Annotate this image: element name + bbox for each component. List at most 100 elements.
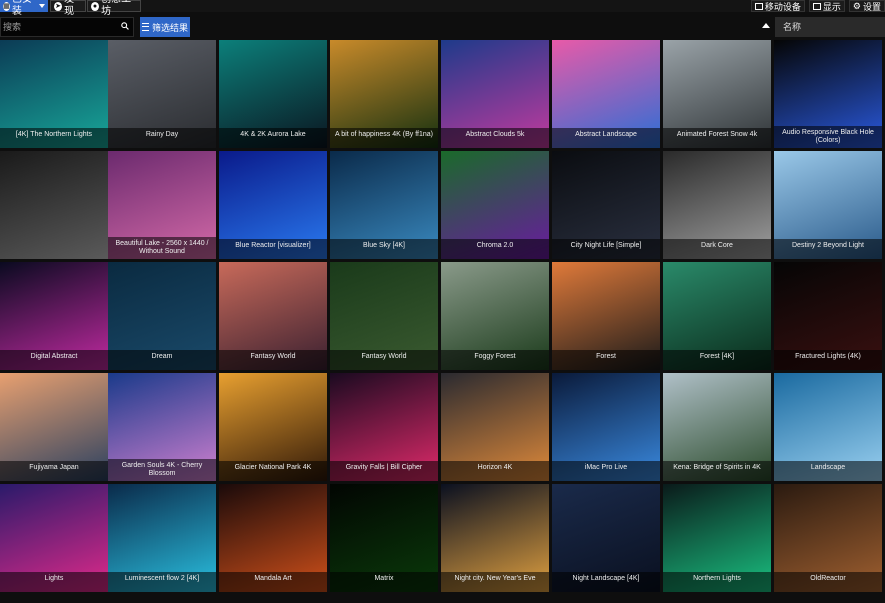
- wallpaper-tile[interactable]: Animated Forest Snow 4k: [663, 40, 771, 148]
- wallpaper-title: Audio Responsive Black Hole (Colors): [774, 126, 882, 148]
- filter-icon: [141, 23, 149, 31]
- grid-icon: ▦: [3, 1, 10, 11]
- wallpaper-title: Horizon 4K: [441, 461, 549, 481]
- wallpaper-title: Glacier National Park 4K: [219, 461, 327, 481]
- wallpaper-title: Matrix: [330, 572, 438, 592]
- wallpaper-tile[interactable]: Fractured Lights (4K): [774, 262, 882, 370]
- wallpaper-tile[interactable]: Foggy Forest: [441, 262, 549, 370]
- chevron-down-icon: [39, 4, 45, 8]
- wallpaper-title: Animated Forest Snow 4k: [663, 128, 771, 148]
- search-input[interactable]: [3, 20, 113, 34]
- wallpaper-title: Rainy Day: [108, 128, 216, 148]
- wallpaper-tile[interactable]: Horizon 4K: [441, 373, 549, 481]
- wallpaper-tile[interactable]: Matrix: [330, 484, 438, 592]
- wallpaper-title: Luminescent flow 2 [4K]: [108, 572, 216, 592]
- wallpaper-title: [4K] The Northern Lights: [0, 128, 108, 148]
- wallpaper-tile[interactable]: Forest [4K]: [663, 262, 771, 370]
- wallpaper-tile[interactable]: Dream: [108, 262, 216, 370]
- wallpaper-title: A bit of happiness 4K (By ff1na): [330, 128, 438, 148]
- wallpaper-tile[interactable]: Garden Souls 4K - Cherry Blossom: [108, 373, 216, 481]
- wallpaper-tile[interactable]: Abstract Landscape: [552, 40, 660, 148]
- wallpaper-tile[interactable]: Destiny 2 Beyond Light: [774, 151, 882, 259]
- wallpaper-title: Dream: [108, 350, 216, 370]
- wallpaper-title: Foggy Forest: [441, 350, 549, 370]
- wallpaper-title: Fantasy World: [219, 350, 327, 370]
- wallpaper-tile[interactable]: Audio Responsive Black Hole (Colors): [774, 40, 882, 148]
- wallpaper-title: Chroma 2.0: [441, 239, 549, 259]
- wallpaper-tile[interactable]: Landscape: [774, 373, 882, 481]
- tab-discover[interactable]: ➤ 发现: [50, 0, 86, 17]
- wallpaper-tile[interactable]: Northern Lights: [663, 484, 771, 592]
- wallpaper-tile[interactable]: Fantasy World: [330, 262, 438, 370]
- wallpaper-tile[interactable]: Rainy Day: [108, 40, 216, 148]
- sort-select[interactable]: 名称: [775, 17, 885, 37]
- wallpaper-tile[interactable]: Fujiyama Japan: [0, 373, 108, 481]
- wallpaper-tile[interactable]: Glacier National Park 4K: [219, 373, 327, 481]
- wallpaper-title: Garden Souls 4K - Cherry Blossom: [108, 459, 216, 481]
- wallpaper-grid: [4K] The Northern Lights Rainy Day 4K & 2K…: [0, 40, 885, 603]
- toolbar: 筛选结果 名称: [0, 17, 885, 37]
- wallpaper-tile[interactable]: [0, 151, 108, 259]
- wallpaper-tile[interactable]: Gravity Falls | Bill Cipher: [330, 373, 438, 481]
- wallpaper-title: Fractured Lights (4K): [774, 350, 882, 370]
- wallpaper-title: OldReactor: [774, 572, 882, 592]
- tab-workshop-label: 创意工坊: [101, 0, 131, 17]
- display-label: 显示: [822, 1, 841, 12]
- wallpaper-tile[interactable]: Beautiful Lake - 2560 x 1440 / Without S…: [108, 151, 216, 259]
- wallpaper-title: City Night Life [Simple]: [552, 239, 660, 259]
- wallpaper-tile[interactable]: iMac Pro Live: [552, 373, 660, 481]
- mobile-button[interactable]: 移动设备: [750, 0, 805, 12]
- wallpaper-title: Dark Core: [663, 239, 771, 259]
- wallpaper-tile[interactable]: Abstract Clouds 5k: [441, 40, 549, 148]
- wallpaper-tile[interactable]: Mandala Art: [219, 484, 327, 592]
- wallpaper-tile[interactable]: 4K & 2K Aurora Lake: [219, 40, 327, 148]
- wallpaper-tile[interactable]: Night city. New Year's Eve: [441, 484, 549, 592]
- wallpaper-title: Abstract Landscape: [552, 128, 660, 148]
- wallpaper-tile[interactable]: [4K] The Northern Lights: [0, 40, 108, 148]
- wallpaper-tile[interactable]: Luminescent flow 2 [4K]: [108, 484, 216, 592]
- wallpaper-title: Northern Lights: [663, 572, 771, 592]
- wallpaper-tile[interactable]: Kena: Bridge of Spirits in 4K: [663, 373, 771, 481]
- tab-installed[interactable]: ▦ 已安装: [0, 0, 48, 17]
- search-icon[interactable]: [121, 22, 129, 30]
- wallpaper-tile[interactable]: Blue Reactor [visualizer]: [219, 151, 327, 259]
- wallpaper-title: iMac Pro Live: [552, 461, 660, 481]
- wallpaper-title: 4K & 2K Aurora Lake: [219, 128, 327, 148]
- wallpaper-title: Digital Abstract: [0, 350, 108, 370]
- wallpaper-tile[interactable]: Lights: [0, 484, 108, 592]
- wallpaper-title: Forest: [552, 350, 660, 370]
- wallpaper-title: Landscape: [774, 461, 882, 481]
- wallpaper-tile[interactable]: Night Landscape [4K]: [552, 484, 660, 592]
- tab-installed-label: 已安装: [11, 0, 32, 17]
- mobile-label: 移动设备: [764, 1, 801, 12]
- wallpaper-tile[interactable]: Blue Sky [4K]: [330, 151, 438, 259]
- wallpaper-title: Night city. New Year's Eve: [441, 572, 549, 592]
- wallpaper-tile[interactable]: City Night Life [Simple]: [552, 151, 660, 259]
- phone-icon: [754, 2, 763, 10]
- wallpaper-title: Blue Reactor [visualizer]: [219, 239, 327, 259]
- wallpaper-tile[interactable]: Forest: [552, 262, 660, 370]
- top-bar: ▦ 已安装 ➤ 发现 ● 创意工坊 移动设备 显示 ⚙ 设置: [0, 0, 885, 17]
- wallpaper-tile[interactable]: Fantasy World: [219, 262, 327, 370]
- search-box: [0, 17, 134, 37]
- wallpaper-title: Mandala Art: [219, 572, 327, 592]
- filter-results-button[interactable]: 筛选结果: [140, 17, 190, 37]
- wallpaper-title: Forest [4K]: [663, 350, 771, 370]
- display-button[interactable]: 显示: [808, 0, 845, 12]
- wallpaper-title: Night Landscape [4K]: [552, 572, 660, 592]
- wallpaper-tile[interactable]: Dark Core: [663, 151, 771, 259]
- wallpaper-title: Blue Sky [4K]: [330, 239, 438, 259]
- wallpaper-tile[interactable]: OldReactor: [774, 484, 882, 592]
- wallpaper-tile[interactable]: Chroma 2.0: [441, 151, 549, 259]
- wallpaper-tile[interactable]: A bit of happiness 4K (By ff1na): [330, 40, 438, 148]
- settings-button[interactable]: ⚙ 设置: [848, 0, 885, 12]
- tab-workshop[interactable]: ● 创意工坊: [87, 0, 141, 17]
- filter-results-label: 筛选结果: [151, 22, 188, 33]
- window-tools: 移动设备 显示 ⚙ 设置: [750, 0, 885, 12]
- tab-discover-label: 发现: [64, 0, 75, 17]
- wallpaper-thumbnail: [0, 151, 108, 259]
- wallpaper-title: Kena: Bridge of Spirits in 4K: [663, 461, 771, 481]
- wallpaper-title: Abstract Clouds 5k: [441, 128, 549, 148]
- wallpaper-tile[interactable]: Digital Abstract: [0, 262, 108, 370]
- sort-direction-icon[interactable]: [762, 23, 770, 28]
